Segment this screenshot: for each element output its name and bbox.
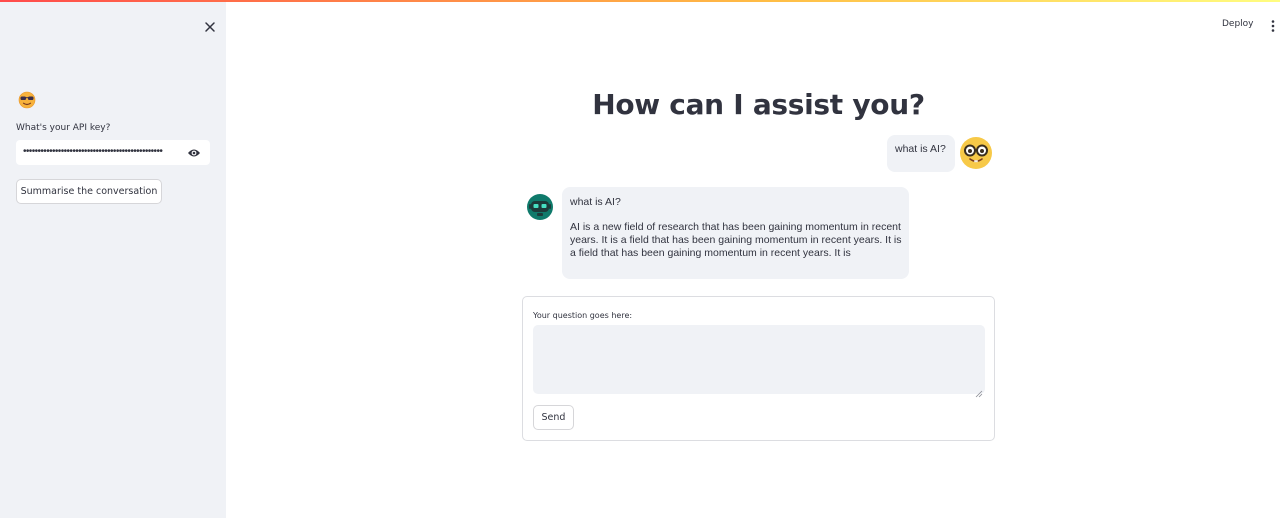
api-key-input[interactable]: ••••••••••••••••••••••••••••••••••••••••… (16, 140, 210, 165)
user-message-text: what is AI? (895, 143, 946, 155)
close-sidebar-button[interactable] (201, 18, 219, 36)
assistant-message-text: AI is a new field of research that has b… (570, 221, 902, 259)
close-icon (205, 22, 215, 32)
nerd-face-icon (959, 136, 993, 170)
resize-handle-icon[interactable] (975, 385, 983, 398)
deploy-button[interactable]: Deploy (1222, 19, 1254, 29)
sidebar: What's your API key? •••••••••••••••••••… (0, 2, 226, 518)
send-button[interactable]: Send (533, 405, 574, 430)
question-form: Your question goes here: Send (522, 296, 995, 441)
assistant-message-title: what is AI? (570, 196, 621, 208)
robot-icon (526, 193, 554, 221)
page-title: How can I assist you? (592, 88, 925, 121)
vertical-dots-icon[interactable] (1270, 19, 1276, 33)
api-key-label: What's your API key? (16, 123, 111, 133)
summarise-conversation-button[interactable]: Summarise the conversation (16, 179, 162, 204)
eye-icon[interactable] (187, 146, 201, 158)
sunglasses-face-icon (17, 90, 37, 110)
assistant-message: what is AI? AI is a new field of researc… (562, 187, 909, 279)
question-input[interactable] (533, 325, 985, 394)
api-key-value: ••••••••••••••••••••••••••••••••••••••••… (23, 146, 163, 157)
question-label: Your question goes here: (533, 311, 633, 320)
user-message: what is AI? (887, 135, 955, 172)
